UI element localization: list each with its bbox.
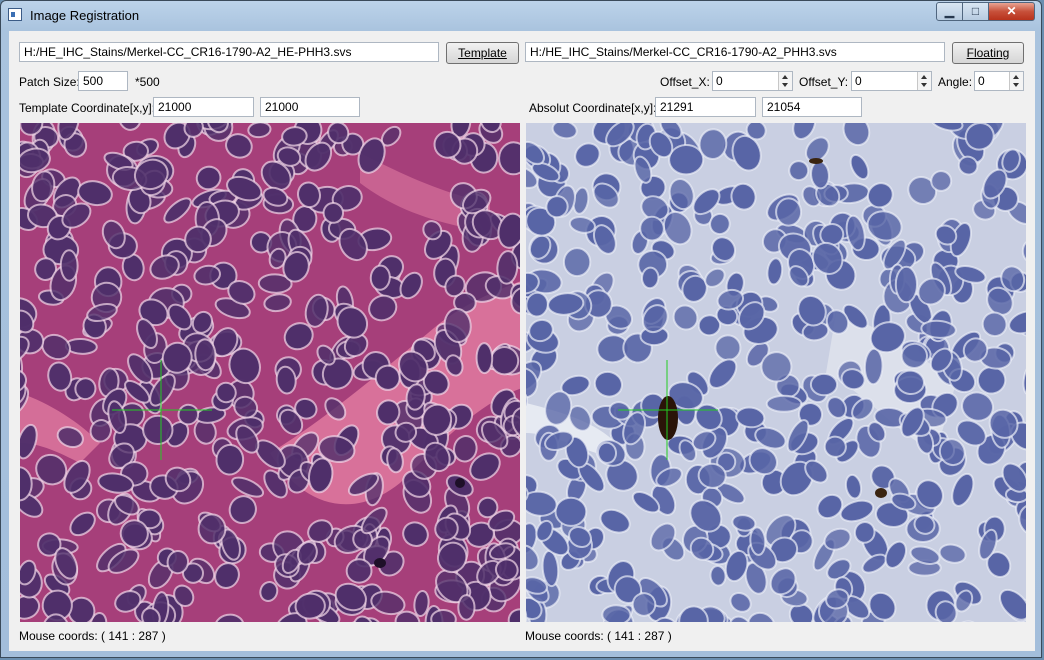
offset-y-arrows[interactable] <box>917 72 931 90</box>
template-mouse-coords: Mouse coords: ( 141 : 287 ) <box>19 629 166 643</box>
minimize-icon: ▁ <box>944 4 955 18</box>
floating-y-field[interactable]: 21054 <box>762 97 862 117</box>
template-x-field[interactable]: 21000 <box>153 97 254 117</box>
offset-x-arrows[interactable] <box>778 72 792 90</box>
floating-path-field[interactable]: H:/HE_IHC_Stains/Merkel-CC_CR16-1790-A2_… <box>525 42 945 62</box>
template-path-field[interactable]: H:/HE_IHC_Stains/Merkel-CC_CR16-1790-A2_… <box>19 42 439 62</box>
patch-size-suffix: *500 <box>135 75 160 89</box>
template-button[interactable]: Template <box>446 42 519 64</box>
spin-up-icon[interactable] <box>921 75 927 79</box>
minimize-button[interactable]: ▁ <box>936 2 963 21</box>
template-y-field[interactable]: 21000 <box>260 97 360 117</box>
template-coord-label: Template Coordinate[x,y]: <box>19 101 156 115</box>
angle-value: 0 <box>978 74 985 88</box>
absolut-coord-label: Absolut Coordinate[x,y]: <box>529 101 657 115</box>
spin-up-icon[interactable] <box>782 75 788 79</box>
main-panel: H:/HE_IHC_Stains/Merkel-CC_CR16-1790-A2_… <box>9 31 1035 651</box>
app-window: Image Registration ▁ □ ✕ H:/HE_IHC_Stain… <box>0 0 1042 658</box>
patch-size-label: Patch Size: <box>19 75 80 89</box>
offset-y-value: 0 <box>855 74 862 88</box>
angle-spinbox[interactable]: 0 <box>974 71 1024 91</box>
floating-mouse-coords: Mouse coords: ( 141 : 287 ) <box>525 629 672 643</box>
close-button[interactable]: ✕ <box>988 2 1035 21</box>
patch-size-field[interactable]: 500 <box>78 71 128 91</box>
offset-x-value: 0 <box>716 74 723 88</box>
spin-down-icon[interactable] <box>921 83 927 87</box>
offset-y-spinbox[interactable]: 0 <box>851 71 932 91</box>
window-title: Image Registration <box>30 8 140 23</box>
spin-down-icon[interactable] <box>782 83 788 87</box>
offset-x-spinbox[interactable]: 0 <box>712 71 793 91</box>
spin-down-icon[interactable] <box>1013 83 1019 87</box>
spin-up-icon[interactable] <box>1013 75 1019 79</box>
offset-x-label: Offset_X: <box>660 75 710 89</box>
offset-y-label: Offset_Y: <box>799 75 849 89</box>
he-tissue-image <box>20 123 520 622</box>
floating-x-field[interactable]: 21291 <box>655 97 756 117</box>
maximize-icon: □ <box>971 4 980 18</box>
template-image-view[interactable] <box>20 123 520 622</box>
ihc-tissue-image <box>526 123 1026 622</box>
angle-label: Angle: <box>938 75 973 89</box>
floating-button-label: Floating <box>966 46 1010 60</box>
floating-button[interactable]: Floating <box>952 42 1024 64</box>
app-icon <box>8 8 22 21</box>
angle-arrows[interactable] <box>1009 72 1023 90</box>
template-button-label: Template <box>458 46 507 60</box>
maximize-button[interactable]: □ <box>962 2 989 21</box>
floating-image-view[interactable] <box>526 123 1026 622</box>
close-icon: ✕ <box>1006 4 1017 18</box>
title-bar[interactable]: Image Registration ▁ □ ✕ <box>1 1 1041 31</box>
